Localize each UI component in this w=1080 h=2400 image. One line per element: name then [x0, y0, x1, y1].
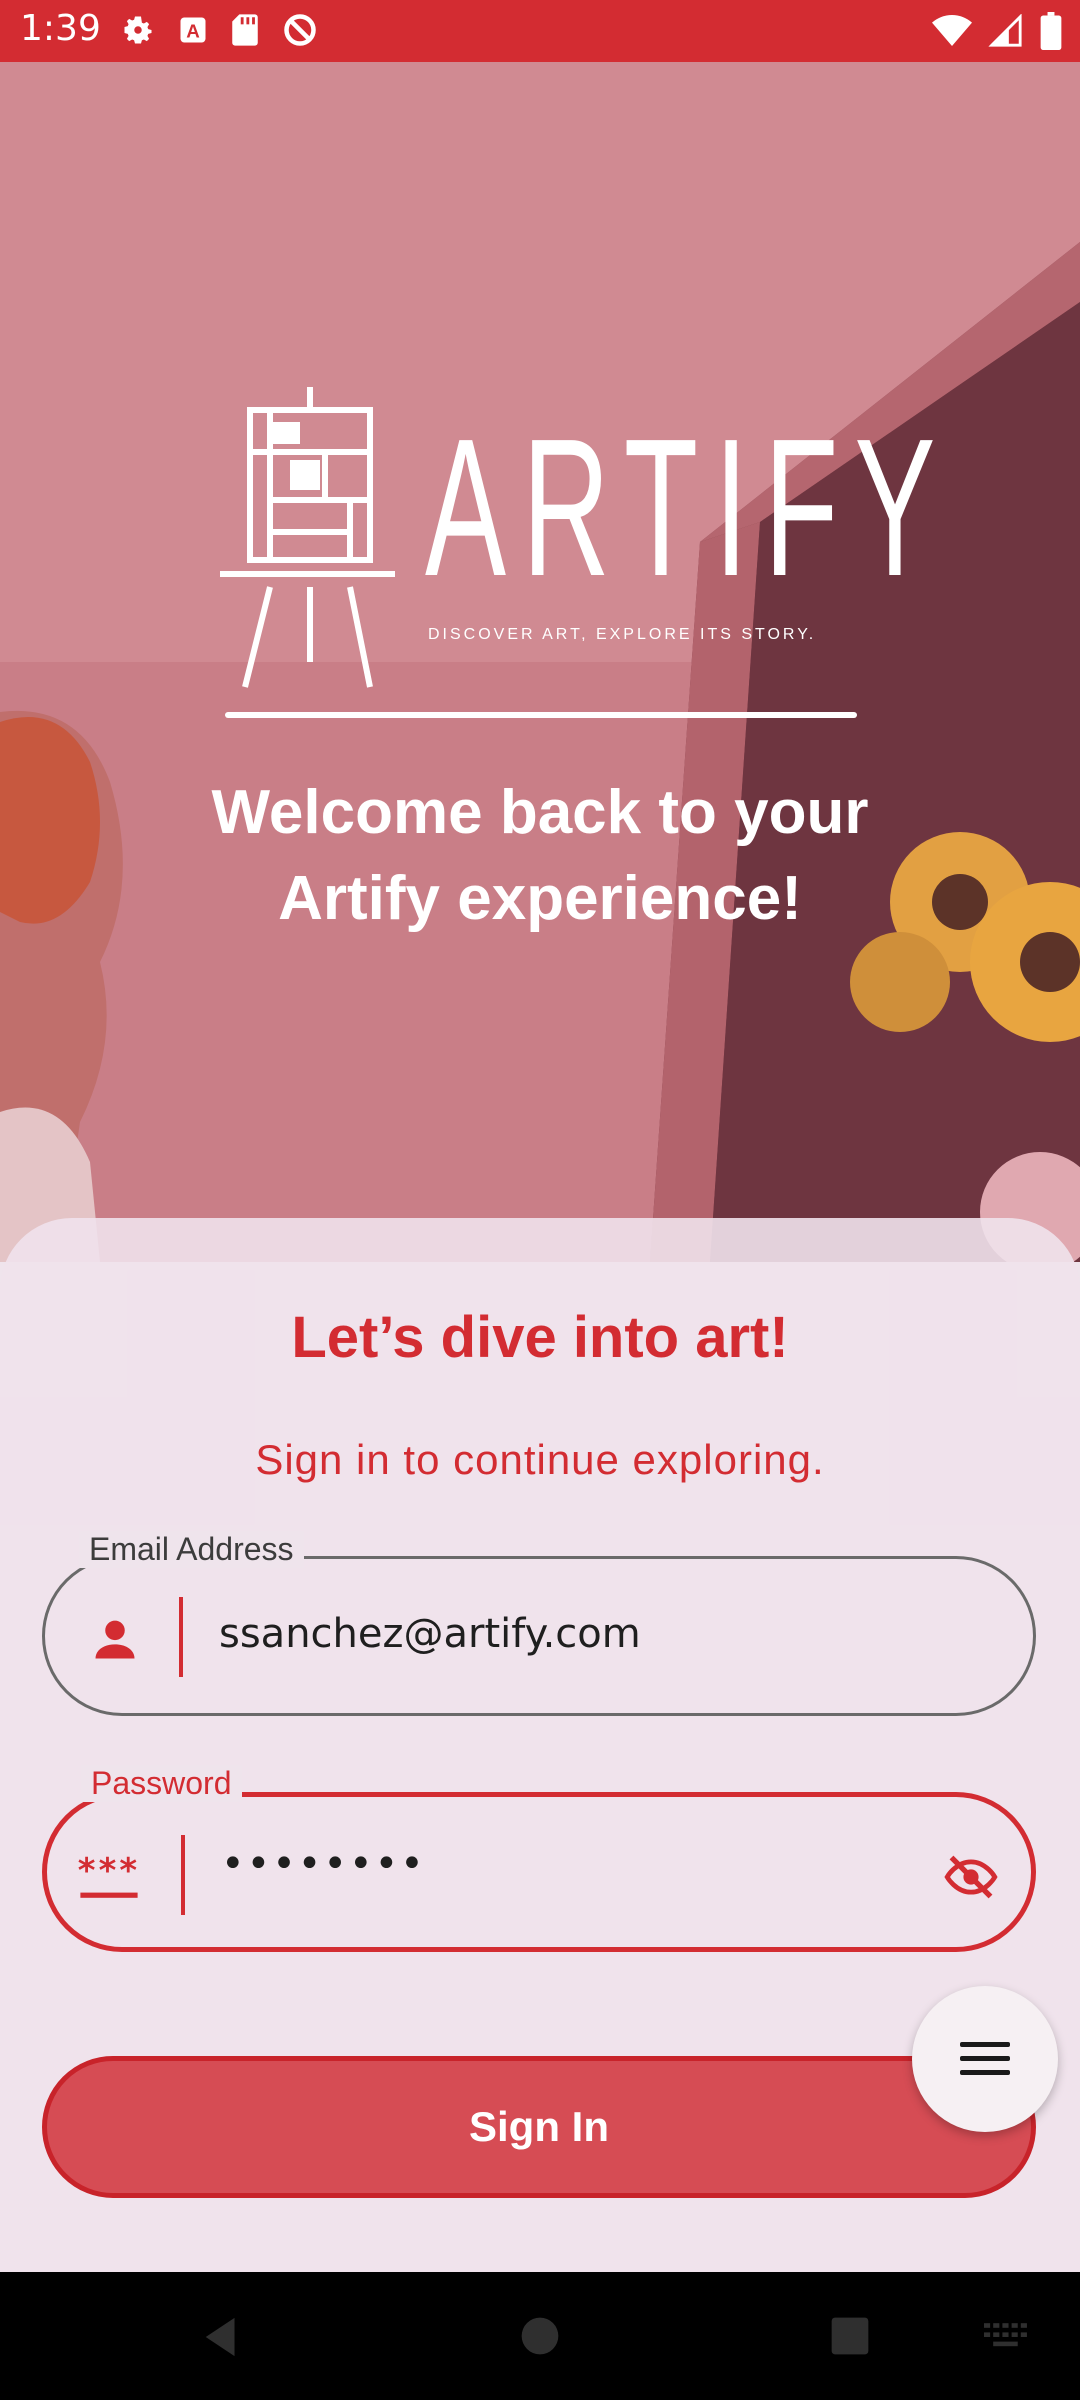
status-icons-left: A: [120, 12, 318, 48]
svg-text:A: A: [186, 21, 200, 42]
settings-icon: [124, 16, 152, 44]
password-divider: [181, 1835, 185, 1915]
status-time: 1:39: [20, 8, 101, 49]
wifi-icon: [932, 15, 972, 46]
a-icon: A: [180, 17, 206, 43]
welcome-line-2: Artify experience!: [278, 864, 802, 933]
keyboard-icon[interactable]: [984, 2322, 1030, 2352]
email-label: Email Address: [79, 1531, 304, 1568]
system-nav-bar: [0, 2272, 1080, 2400]
password-label: Password: [81, 1765, 242, 1802]
password-input[interactable]: ••••••••: [221, 1841, 426, 1887]
password-asterisk-icon: * * *: [78, 1851, 138, 1898]
email-input[interactable]: ssanchez@artify.com: [219, 1611, 641, 1657]
back-icon[interactable]: [200, 2314, 246, 2360]
easel-icon: [220, 387, 395, 688]
svg-text:*: *: [99, 1851, 117, 1890]
welcome-heading: Welcome back to your Artify experience!: [0, 770, 1080, 942]
person-icon: [95, 1620, 135, 1659]
recents-icon[interactable]: [830, 2316, 870, 2356]
visibility-off-icon[interactable]: [941, 1851, 1001, 1903]
status-icons-right: [932, 12, 1062, 50]
svg-text:*: *: [78, 1851, 96, 1890]
logo-wordmark: ARTIFY: [425, 398, 952, 617]
welcome-line-1: Welcome back to your: [211, 778, 869, 847]
home-icon[interactable]: [518, 2314, 562, 2358]
logo-tagline: DISCOVER ART, EXPLORE ITS STORY.: [428, 626, 817, 643]
svg-text:*: *: [119, 1851, 137, 1890]
sd-card-icon: [232, 14, 258, 46]
artify-logo: ARTIFY DISCOVER ART, EXPLORE ITS STORY.: [220, 382, 935, 732]
password-field[interactable]: Password * * * ••••••••: [42, 1765, 1036, 1952]
battery-icon: [1040, 12, 1062, 50]
email-divider: [179, 1597, 183, 1677]
sign-in-button[interactable]: Sign In: [42, 2056, 1036, 2198]
email-field[interactable]: Email Address ssanchez@artify.com: [42, 1531, 1036, 1716]
signal-icon: [988, 14, 1022, 47]
no-entry-icon: [284, 14, 316, 46]
menu-icon: [960, 2042, 1010, 2075]
status-bar: 1:39 A: [0, 0, 1080, 62]
hero-background: ARTIFY DISCOVER ART, EXPLORE ITS STORY.: [0, 62, 1080, 1262]
card-title: Let’s dive into art!: [291, 1305, 789, 1370]
card-subtitle: Sign in to continue exploring.: [255, 1436, 825, 1483]
menu-fab[interactable]: [912, 1986, 1058, 2132]
logo-underline: [225, 712, 857, 718]
